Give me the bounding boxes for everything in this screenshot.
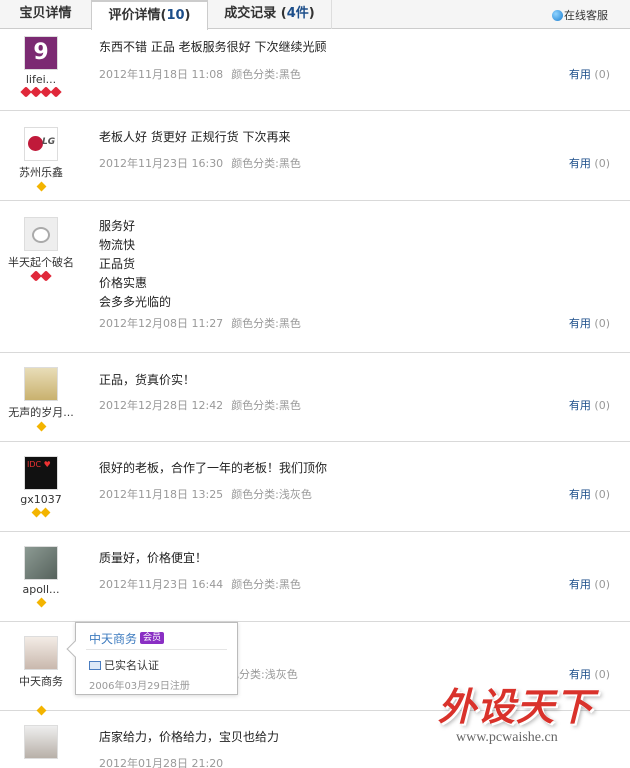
- color-value: 黑色: [278, 399, 301, 412]
- rank-diamonds: [0, 597, 82, 608]
- useful-button[interactable]: 有用 (0): [569, 66, 610, 82]
- reviewer: 半天起个破名: [0, 217, 82, 282]
- color-prefix: 颜色分类:: [231, 399, 279, 412]
- transaction-count: 4件: [286, 6, 309, 21]
- customer-service-icon: [552, 10, 563, 21]
- review-item: apoll... 质量好，价格便宜！ 2012年11月23日 16:44 颜色分类…: [0, 532, 630, 622]
- review-date: 2012年11月23日 16:30: [99, 157, 224, 170]
- review-item: IDC ♥ gx1037 很好的老板，合作了一年的老板！我们顶你 2012年11…: [0, 442, 630, 532]
- color-value: 浅灰色: [278, 488, 312, 501]
- rank-diamonds: [0, 181, 82, 192]
- review-date: 2012年11月18日 13:25: [99, 488, 224, 501]
- review-content: 老板人好 货更好 正规行货 下次再来: [99, 130, 291, 144]
- reviewer: 无声的岁月...: [0, 367, 82, 432]
- review-meta: 2012年12月08日 11:27 颜色分类:黑色: [99, 315, 301, 331]
- review-meta: 2012年11月23日 16:30 颜色分类:黑色: [99, 155, 301, 171]
- reviewer: LG 苏州乐鑫: [0, 127, 82, 192]
- review-meta: 2012年12月28日 12:42 颜色分类:黑色: [99, 397, 301, 413]
- color-value: 黑色: [278, 317, 301, 330]
- tab-bar: 宝贝详情 评价详情(10) 成交记录 (4件) 在线客服: [0, 0, 630, 30]
- tab-item-details[interactable]: 宝贝详情: [0, 0, 92, 29]
- tab-label: 成交记录: [224, 6, 277, 21]
- avatar[interactable]: [24, 217, 58, 251]
- color-prefix: 颜色分类:: [231, 488, 279, 501]
- useful-button[interactable]: 有用 (0): [569, 486, 610, 502]
- tab-transactions[interactable]: 成交记录 (4件): [208, 0, 332, 29]
- review-count: 10: [166, 8, 185, 23]
- avatar[interactable]: [24, 367, 58, 401]
- color-value: 黑色: [278, 578, 301, 591]
- online-service-label: 在线客服: [564, 9, 608, 22]
- registration-date: 2006年03月29日注册: [89, 681, 190, 692]
- watermark-title: 外设天下: [438, 685, 595, 729]
- review-date: 2012年11月18日 11:08: [99, 68, 224, 81]
- color-value: 黑色: [278, 157, 301, 170]
- rank-diamonds: [0, 421, 82, 432]
- review-date: 2012年11月23日 16:44: [99, 578, 224, 591]
- rank-hearts: [0, 86, 82, 98]
- verified-status: 已实名认证: [89, 657, 159, 673]
- review-item: LG 苏州乐鑫 老板人好 货更好 正规行货 下次再来 2012年11月23日 1…: [0, 111, 630, 201]
- review-date: 2012年12月08日 11:27: [99, 317, 224, 330]
- tab-label: 评价详情: [108, 8, 161, 23]
- reviewer-name[interactable]: 无声的岁月...: [0, 404, 82, 420]
- tab-reviews[interactable]: 评价详情(10): [91, 0, 208, 30]
- avatar[interactable]: [24, 636, 58, 670]
- reviewer-name[interactable]: 中天商务: [0, 673, 82, 689]
- avatar[interactable]: LG: [24, 127, 58, 161]
- color-value: 黑色: [278, 68, 301, 81]
- review-item: 半天起个破名 服务好 物流快 正品货 价格实惠 会多多光临的 2012年12月0…: [0, 201, 630, 353]
- watermark-url: www.pcwaishe.cn: [456, 730, 558, 745]
- rank-diamonds: [0, 507, 82, 518]
- vip-badge: 会员: [140, 632, 165, 644]
- reviewer-name[interactable]: lifei...: [0, 73, 82, 86]
- popup-username[interactable]: 中天商务: [89, 630, 137, 647]
- review-content: 正品，货真价实！: [99, 373, 196, 387]
- useful-button[interactable]: 有用 (0): [569, 397, 610, 413]
- review-meta: 2012年01月28日 21:20: [99, 755, 223, 768]
- review-content: 服务好 物流快 正品货 价格实惠 会多多光临的: [99, 219, 172, 309]
- reviewer: apoll...: [0, 546, 82, 608]
- reviewer: 9 lifei...: [0, 36, 82, 98]
- user-info-popup: 中天商务 会员 已实名认证 2006年03月29日注册: [66, 622, 238, 695]
- avatar[interactable]: [24, 725, 58, 759]
- review-content: 很好的老板，合作了一年的老板！我们顶你: [99, 461, 328, 475]
- review-content: 东西不错 正品 老板服务很好 下次继续光顾: [99, 40, 327, 54]
- rank-hearts: [0, 270, 82, 282]
- review-meta: 2012年11月18日 11:08 颜色分类:黑色: [99, 66, 301, 82]
- color-value: 浅灰色: [264, 668, 298, 681]
- reviewer: IDC ♥ gx1037: [0, 456, 82, 518]
- review-date: 2012年01月28日 21:20: [99, 757, 224, 768]
- tab-label: 宝贝详情: [19, 6, 72, 21]
- reviewer: [0, 725, 82, 759]
- reviewer-name[interactable]: apoll...: [0, 583, 82, 596]
- review-content: 质量好，价格便宜！: [99, 551, 208, 565]
- reviewer-name[interactable]: 半天起个破名: [0, 254, 82, 270]
- avatar[interactable]: IDC ♥: [24, 456, 58, 490]
- color-prefix: 颜色分类:: [231, 578, 279, 591]
- review-meta: 2012年11月18日 13:25 颜色分类:浅灰色: [99, 486, 312, 502]
- review-item: 9 lifei... 东西不错 正品 老板服务很好 下次继续光顾 2012年11…: [0, 30, 630, 111]
- color-prefix: 颜色分类:: [231, 68, 279, 81]
- useful-button[interactable]: 有用 (0): [569, 576, 610, 592]
- color-prefix: 颜色分类:: [231, 157, 279, 170]
- avatar[interactable]: 9: [24, 36, 58, 70]
- review-meta: 2012年11月23日 16:44 颜色分类:黑色: [99, 576, 301, 592]
- id-card-icon: [89, 661, 101, 670]
- reviewer-name[interactable]: gx1037: [0, 493, 82, 506]
- review-item: 无声的岁月... 正品，货真价实！ 2012年12月28日 12:42 颜色分类:…: [0, 353, 630, 442]
- online-service-link[interactable]: 在线客服: [552, 7, 608, 23]
- reviewer-name[interactable]: 苏州乐鑫: [0, 164, 82, 180]
- watermark-logo: 外设天下 www.pcwaishe.cn: [438, 676, 623, 766]
- color-prefix: 颜色分类:: [231, 317, 279, 330]
- useful-button[interactable]: 有用 (0): [569, 155, 610, 171]
- useful-button[interactable]: 有用 (0): [569, 315, 610, 331]
- review-date: 2012年12月28日 12:42: [99, 399, 224, 412]
- avatar[interactable]: [24, 546, 58, 580]
